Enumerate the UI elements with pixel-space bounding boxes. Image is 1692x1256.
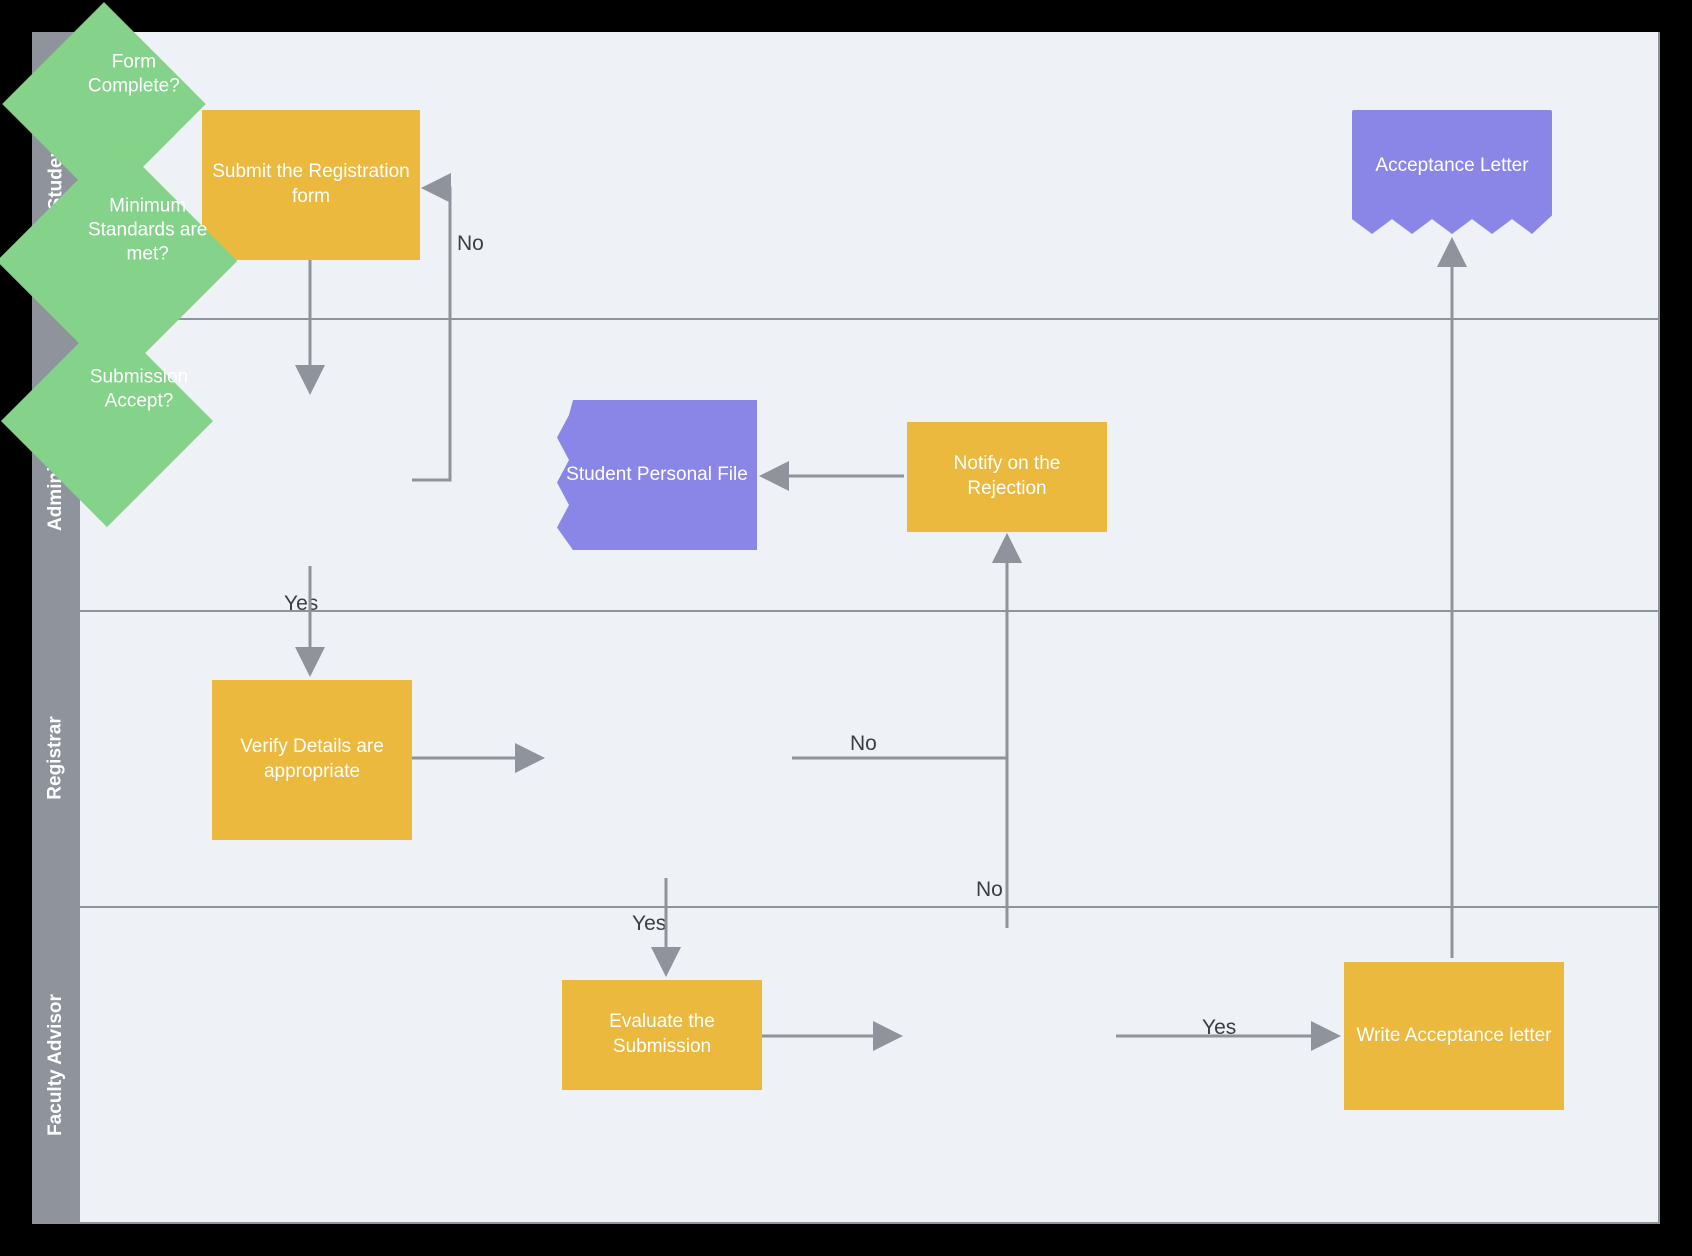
lane-separator — [80, 906, 1660, 908]
edge-label-yes: Yes — [1202, 1016, 1236, 1040]
lane-label: Faculty Advisor — [45, 994, 67, 1136]
lane-header-registrar: Registrar — [32, 610, 80, 906]
edge-label-yes: Yes — [632, 912, 666, 936]
lane-separator — [80, 318, 1660, 320]
node-evaluate-submission: Evaluate the Submission — [562, 980, 762, 1090]
edge-label-no: No — [976, 878, 1003, 902]
node-text: Verify Details are appropriate — [220, 735, 404, 784]
node-text: Form Complete? — [62, 44, 206, 104]
edge-label-no: No — [850, 732, 877, 756]
node-text: Notify on the Rejection — [915, 452, 1099, 501]
node-text: Student Personal File — [566, 463, 748, 488]
node-student-file: Student Personal File — [557, 400, 757, 550]
node-text: Minimum Standards are met? — [63, 189, 233, 272]
swimlane-canvas: Student Administration Registrar Faculty… — [32, 32, 1660, 1224]
canvas-right-border — [1658, 32, 1660, 1224]
node-write-acceptance: Write Acceptance letter — [1344, 962, 1564, 1110]
lane-header-faculty: Faculty Advisor — [32, 906, 80, 1224]
diagram-frame: Student Administration Registrar Faculty… — [0, 0, 1692, 1256]
node-verify-details: Verify Details are appropriate — [212, 680, 412, 840]
node-notify-rejection: Notify on the Rejection — [907, 422, 1107, 532]
lane-label: Registrar — [45, 716, 67, 799]
edge-label-yes: Yes — [284, 592, 318, 616]
node-text: Write Acceptance letter — [1356, 1024, 1551, 1049]
node-text: Acceptance Letter — [1375, 154, 1528, 179]
node-acceptance-letter: Acceptance Letter — [1352, 110, 1552, 234]
node-text: Submission Accept? — [64, 359, 214, 419]
node-text: Submit the Registration form — [210, 160, 412, 209]
edge-label-no: No — [457, 232, 484, 256]
node-submit-registration: Submit the Registration form — [202, 110, 420, 260]
canvas-bottom-border — [32, 1222, 1660, 1224]
node-text: Evaluate the Submission — [570, 1010, 754, 1059]
